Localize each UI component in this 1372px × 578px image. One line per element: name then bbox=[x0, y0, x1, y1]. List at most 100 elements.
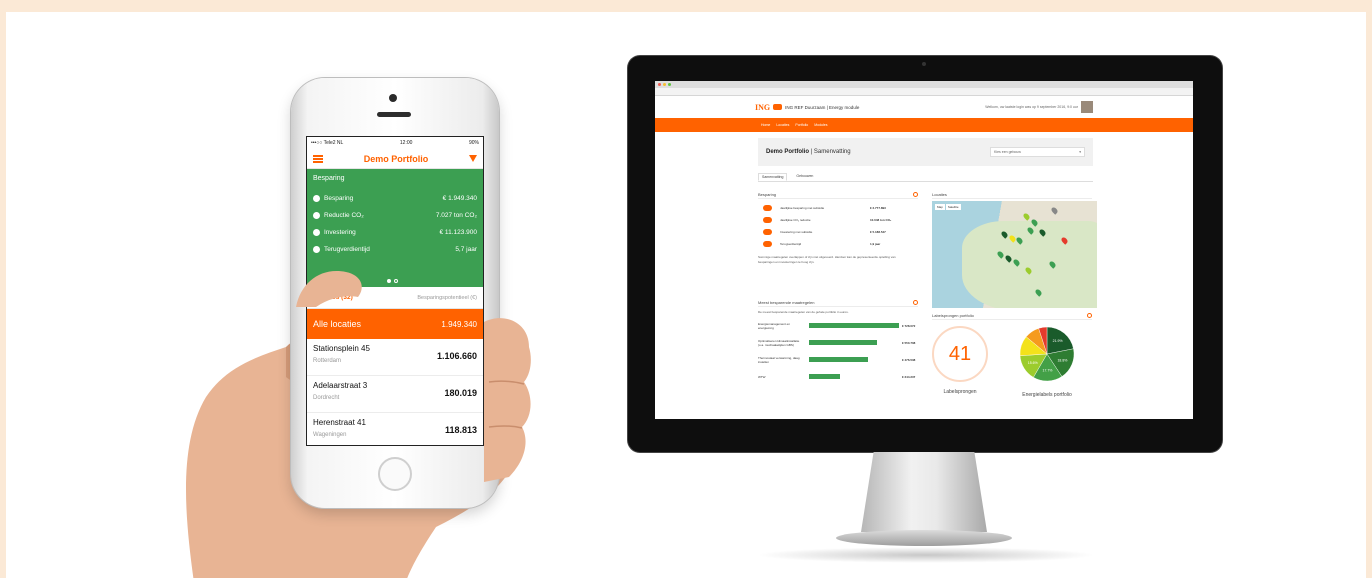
location-value: 1.106.660 bbox=[436, 351, 477, 361]
row-label: Besparing bbox=[324, 195, 354, 202]
row-label: Investering bbox=[324, 229, 356, 236]
money-bag-icon bbox=[763, 229, 772, 235]
tab-gebouwen[interactable]: Gebouwen bbox=[793, 173, 816, 181]
monitor-stand-neck bbox=[861, 452, 987, 532]
panel-heading: Meest besparende maatregelen bbox=[758, 299, 815, 305]
tab-samenvatting[interactable]: Samenvatting bbox=[758, 173, 788, 181]
info-icon[interactable] bbox=[913, 191, 918, 197]
bar-value: € 550.708 bbox=[902, 340, 916, 345]
app-title: Demo Portfolio bbox=[363, 153, 429, 164]
bar-label: Optimaliseren klimaatinstallatie (o.a. m… bbox=[758, 338, 800, 347]
filter-icon[interactable] bbox=[469, 155, 477, 162]
nav-portfolio[interactable]: Portfolio bbox=[795, 123, 808, 127]
row-value: € 1.949.340 bbox=[442, 195, 477, 202]
pie-chart: 21.9% 18.8% 17.7% 15.6% bbox=[1019, 326, 1075, 382]
welcome-text: Welkom, uw laatste login was op 9 septem… bbox=[985, 105, 1078, 109]
bar-fill bbox=[809, 357, 868, 362]
locaties-panel: Locaties Map Satellite Labelsprongen por… bbox=[932, 190, 1097, 398]
thumb-illustration bbox=[296, 271, 362, 307]
locations-map[interactable]: Map Satellite bbox=[932, 201, 1097, 308]
product-showcase: •••○○ Tele2 NL 12:00 90% Demo Portfolio … bbox=[6, 12, 1366, 578]
measure-bar: Thermostaat verwarming, daag instellen € … bbox=[758, 351, 918, 368]
fingers-illustration bbox=[484, 318, 531, 482]
home-button[interactable] bbox=[378, 457, 412, 491]
savings-row: Reductie CO₂ 7.027 ton CO₂ bbox=[313, 207, 477, 224]
labelsprongen-count: 41 bbox=[932, 326, 988, 382]
main-nav: Home Locaties Portfolio Modules bbox=[655, 118, 1193, 132]
nav-home[interactable]: Home bbox=[761, 123, 770, 127]
page-indicator[interactable] bbox=[387, 279, 398, 283]
bar-label: Thermostaat verwarming, daag instellen bbox=[758, 355, 800, 364]
row-value: € 2.777.893 bbox=[870, 206, 886, 210]
info-icon[interactable] bbox=[913, 299, 918, 305]
earpiece-speaker bbox=[377, 112, 411, 117]
location-value: 180.019 bbox=[444, 388, 477, 398]
satellite-type-button[interactable]: Satellite bbox=[945, 204, 961, 210]
bar-value: € 728.072 bbox=[902, 323, 916, 328]
pie-slice-label: 15.6% bbox=[1028, 361, 1038, 365]
nav-locaties[interactable]: Locaties bbox=[776, 123, 789, 127]
savings-heading: Besparing bbox=[313, 175, 345, 182]
map-land bbox=[962, 221, 1097, 308]
panel-heading: Locaties bbox=[932, 191, 947, 197]
row-value: 1,9 jaar bbox=[870, 242, 881, 246]
measure-bar: Optimaliseren klimaatinstallatie (o.a. m… bbox=[758, 334, 918, 351]
bar-value: € 476.538 bbox=[902, 357, 916, 362]
row-value: 10.048 ton CO₂ bbox=[870, 218, 892, 222]
labelsprongen-caption: Labelsprongen bbox=[943, 389, 977, 395]
location-item[interactable]: Herenstraat 41 Wageningen 118.813 bbox=[307, 413, 483, 445]
bar-fill bbox=[809, 340, 878, 345]
measure-bar: Energiemanagement en energiezorg € 728.07… bbox=[758, 317, 918, 334]
ing-logo[interactable]: ING bbox=[755, 103, 770, 112]
bar-fill bbox=[809, 323, 899, 328]
page-title-bar: Demo Portfolio | Samenvatting Kies een g… bbox=[758, 138, 1093, 166]
location-item[interactable]: Adelaarstraat 3 Dordrecht 180.019 bbox=[307, 376, 483, 413]
row-value: € 11.123.900 bbox=[439, 229, 477, 236]
row-value: 5,7 jaar bbox=[455, 246, 477, 253]
all-locations-row[interactable]: Alle locaties 1.949.340 bbox=[307, 309, 483, 339]
map-pin[interactable] bbox=[1050, 206, 1059, 215]
cloud-icon bbox=[313, 212, 320, 219]
front-camera bbox=[389, 94, 397, 102]
pie-slice-label: 17.7% bbox=[1043, 369, 1053, 373]
bar-label: WTW bbox=[758, 374, 766, 379]
location-item[interactable]: Stationsplein 45 Rotterdam 1.106.660 bbox=[307, 339, 483, 376]
info-icon[interactable] bbox=[1087, 312, 1092, 318]
euro-icon bbox=[313, 195, 320, 202]
web-app-screen: ING ING REF Duurzaam | Energy module Wel… bbox=[655, 81, 1193, 419]
row-label: Jaarlijkse CO₂ reductie bbox=[780, 218, 811, 222]
sort-label[interactable]: Besparingspotentieel (€) bbox=[417, 295, 477, 301]
nav-modules[interactable]: Modules bbox=[814, 123, 827, 127]
besparing-row: Terugverdientijd 1,9 jaar bbox=[758, 238, 918, 250]
savings-row: Investering € 11.123.900 bbox=[313, 224, 477, 241]
besparing-row: Jaarlijkse CO₂ reductie 10.048 ton CO₂ bbox=[758, 214, 918, 226]
pie-caption: Energielabels portfolio bbox=[1022, 392, 1072, 398]
avatar[interactable] bbox=[1081, 101, 1093, 113]
browser-address-bar[interactable] bbox=[655, 88, 1193, 96]
bar-fill bbox=[809, 374, 840, 379]
row-value: 7.027 ton CO₂ bbox=[435, 212, 477, 219]
piggy-bank-icon bbox=[763, 205, 772, 211]
page-subtitle: | Samenvatting bbox=[810, 149, 851, 155]
savings-row: Besparing € 1.949.340 bbox=[313, 190, 477, 207]
cloud-icon bbox=[763, 217, 772, 223]
savings-row: Terugverdientijd 5,7 jaar bbox=[313, 241, 477, 258]
measures-subtitle: De meest besparende maatregelen van de g… bbox=[758, 310, 849, 314]
besparing-row: Jaarlijkse besparing met subsidie € 2.777… bbox=[758, 202, 918, 214]
monitor-stand-base bbox=[836, 530, 1012, 546]
stand-shadow bbox=[756, 547, 1096, 563]
map-pin[interactable] bbox=[1022, 212, 1031, 221]
panel-heading: Besparing bbox=[758, 191, 777, 197]
chevron-down-icon: ▾ bbox=[1079, 150, 1081, 154]
hamburger-menu-icon[interactable] bbox=[313, 154, 323, 163]
pie-slice-label: 21.9% bbox=[1053, 339, 1063, 343]
location-value: 118.813 bbox=[444, 425, 477, 435]
building-select[interactable]: Kies een gebouw ▾ bbox=[990, 147, 1085, 157]
besparing-row: Investering met subsidie € 5.188.547 bbox=[758, 226, 918, 238]
pie-slice-label: 18.8% bbox=[1057, 358, 1067, 362]
clock-icon bbox=[313, 246, 320, 253]
bar-label: Energiemanagement en energiezorg bbox=[758, 321, 791, 330]
map-type-button[interactable]: Map bbox=[935, 204, 945, 210]
row-value: € 5.188.547 bbox=[870, 230, 886, 234]
select-placeholder: Kies een gebouw bbox=[994, 150, 1021, 154]
